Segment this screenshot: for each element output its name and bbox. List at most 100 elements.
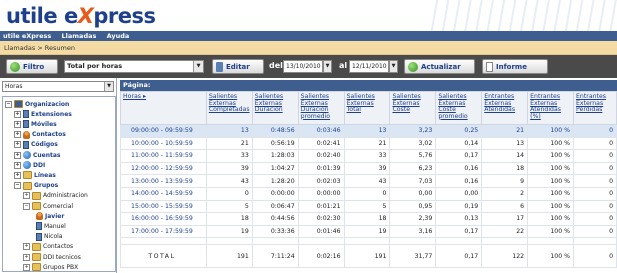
- tree-node[interactable]: + Líneas: [14, 170, 56, 180]
- table-cell: 17: [481, 212, 529, 226]
- tree-node[interactable]: + Grupos PBX: [23, 262, 78, 271]
- table-row[interactable]: 17:00:00 - 17:59:59 19 0:33:36 0:01:46 19 3,1…: [120, 224, 617, 239]
- table-row[interactable]: 15:00:00 - 15:59:59 5 0:06:47 0:01:21 5 0,95 0…: [120, 199, 617, 214]
- tree-node[interactable]: + Códigos: [14, 140, 58, 150]
- collapse-icon[interactable]: −: [23, 202, 30, 210]
- expand-icon[interactable]: +: [14, 171, 21, 179]
- collapse-icon[interactable]: −: [14, 182, 21, 190]
- table-cell: 22: [481, 224, 529, 239]
- tree-node-label: Javier: [45, 212, 65, 220]
- tree-node[interactable]: + DDI tecnicos: [23, 252, 81, 262]
- tree-node-label: Contactos: [43, 243, 74, 251]
- collapse-icon[interactable]: −: [5, 100, 12, 108]
- tree-node[interactable]: + Móviles: [14, 119, 57, 129]
- table-cell: 5,76: [389, 149, 437, 163]
- filter-button[interactable]: Filtro: [6, 59, 58, 74]
- date-to-input[interactable]: 12/11/2010: [349, 60, 389, 73]
- table-cell: 0:48:56: [251, 124, 299, 138]
- table-cell: 100 %: [527, 124, 575, 138]
- table-cell: 0:03:46: [297, 124, 345, 138]
- tree-node[interactable]: + Extensiones: [14, 109, 72, 119]
- column-header[interactable]: Entrantes Externas Perdidas: [573, 91, 617, 125]
- column-header[interactable]: Salientes Externas Duración: [251, 91, 299, 125]
- table-cell: [389, 237, 437, 246]
- table-cell: 13: [205, 124, 253, 138]
- table-cell: 0,17: [435, 224, 483, 239]
- edit-button[interactable]: Editar: [212, 59, 264, 74]
- table-cell: [481, 237, 529, 246]
- column-header[interactable]: Horas ▸: [120, 91, 207, 125]
- date-to-label: al: [339, 61, 348, 70]
- date-from-picker[interactable]: ▼: [323, 60, 332, 73]
- table-row[interactable]: 09:00:00 - 09:59:59 13 0:48:56 0:03:46 13 3,2…: [120, 124, 617, 138]
- expand-icon[interactable]: +: [23, 253, 30, 261]
- expand-icon[interactable]: +: [23, 263, 30, 271]
- expand-icon[interactable]: +: [23, 243, 30, 251]
- column-header[interactable]: Salientes Externas Total: [343, 91, 391, 125]
- column-header[interactable]: Salientes Externas Coste promedio: [435, 91, 483, 125]
- table-cell: 0: [573, 149, 617, 163]
- table-cell: 11:00:00 - 11:59:59: [120, 149, 207, 163]
- tree-node[interactable]: Javier: [36, 211, 64, 221]
- table-row[interactable]: 10:00:00 - 10:59:59 21 0:56:19 0:02:41 21 3,0…: [120, 136, 617, 151]
- expand-icon[interactable]: +: [23, 192, 30, 200]
- date-from-input[interactable]: 13/10/2010: [283, 60, 323, 73]
- expand-icon[interactable]: +: [14, 131, 21, 139]
- breadcrumb: Llamadas > Resumen: [0, 41, 617, 55]
- expand-icon[interactable]: +: [14, 120, 21, 128]
- report-type-select[interactable]: Total por horas ▼: [64, 60, 204, 73]
- globe-icon: [23, 161, 31, 170]
- column-header[interactable]: Salientes Externas Coste: [389, 91, 437, 125]
- breadcrumb-text: Llamadas > Resumen: [4, 44, 75, 52]
- tree-node-label: Manuel: [44, 222, 66, 230]
- filter-icon: [10, 61, 20, 72]
- table-cell: 2: [481, 186, 529, 201]
- table-cell: 100 %: [527, 174, 575, 188]
- table-row[interactable]: 16:00:00 - 16:59:59 18 0:44:56 0:02:30 18 2,3…: [120, 212, 617, 226]
- table-cell: 6,23: [389, 161, 437, 176]
- tree-node[interactable]: − Organizacion: [5, 99, 69, 109]
- grouping-select[interactable]: Horas ▼: [2, 81, 114, 92]
- tree-node[interactable]: + Administracion: [23, 191, 88, 201]
- expand-icon[interactable]: +: [14, 161, 21, 169]
- report-button[interactable]: Informe: [482, 59, 548, 74]
- table-cell: 3,02: [389, 136, 437, 151]
- table-cell: 0,00: [389, 186, 437, 201]
- table-row[interactable]: 13:00:00 - 13:59:59 43 1:28:20 0:02:03 43 7,0…: [120, 174, 617, 188]
- menu-item-utile-express[interactable]: utile eXpress: [3, 32, 51, 40]
- menu-item-ayuda[interactable]: Ayuda: [107, 32, 130, 40]
- tree-node[interactable]: + Contactos: [23, 242, 73, 252]
- table-cell: 100 %: [527, 161, 575, 176]
- date-to-picker[interactable]: ▼: [389, 60, 398, 73]
- table-cell: 18: [343, 212, 391, 226]
- column-header[interactable]: Entrantes Externas Atendidas (%): [527, 91, 575, 125]
- tree-node[interactable]: + Cuentas: [14, 150, 61, 160]
- total-label: TOTAL: [120, 244, 207, 269]
- table-cell: 14: [481, 149, 529, 163]
- table-row[interactable]: 12:00:00 - 12:59:59 39 1:04:27 0:01:39 39 6,2…: [120, 161, 617, 176]
- tree-node[interactable]: − Grupos: [14, 181, 58, 191]
- table-cell: 0,17: [435, 149, 483, 163]
- table-row[interactable]: 11:00:00 - 11:59:59 33 1:28:03 0:02:40 33 5,7…: [120, 149, 617, 163]
- table-row[interactable]: 14:00:00 - 14:59:59 0 0:00:00 0:00:00 0 0,00 0…: [120, 186, 617, 201]
- tree-node[interactable]: + DDI: [14, 160, 45, 170]
- table-cell: 100 %: [527, 224, 575, 239]
- folder-icon: [32, 263, 41, 271]
- expand-icon[interactable]: +: [14, 110, 21, 118]
- tree-node[interactable]: + Contactos: [14, 130, 66, 140]
- column-header[interactable]: Entrantes Externas Atendidas: [481, 91, 529, 125]
- table-cell: 15:00:00 - 15:59:59: [120, 199, 207, 214]
- table-cell: [297, 237, 345, 246]
- expand-icon[interactable]: +: [14, 141, 21, 149]
- table-cell: 2,39: [389, 212, 437, 226]
- expand-icon[interactable]: +: [14, 151, 21, 159]
- tree-node[interactable]: − Comercial: [23, 201, 73, 211]
- table-cell: 0,16: [435, 161, 483, 176]
- menu-item-llamadas[interactable]: Llamadas: [62, 32, 97, 40]
- column-header[interactable]: Salientes Externas Duración promedio: [297, 91, 345, 125]
- tree-node[interactable]: Nicola: [36, 232, 62, 242]
- total-cell: 100 %: [527, 244, 575, 269]
- update-button[interactable]: Actualizar: [404, 59, 475, 74]
- column-header[interactable]: Salientes Externas Completadas: [205, 91, 253, 125]
- tree-node[interactable]: Manuel: [36, 221, 66, 231]
